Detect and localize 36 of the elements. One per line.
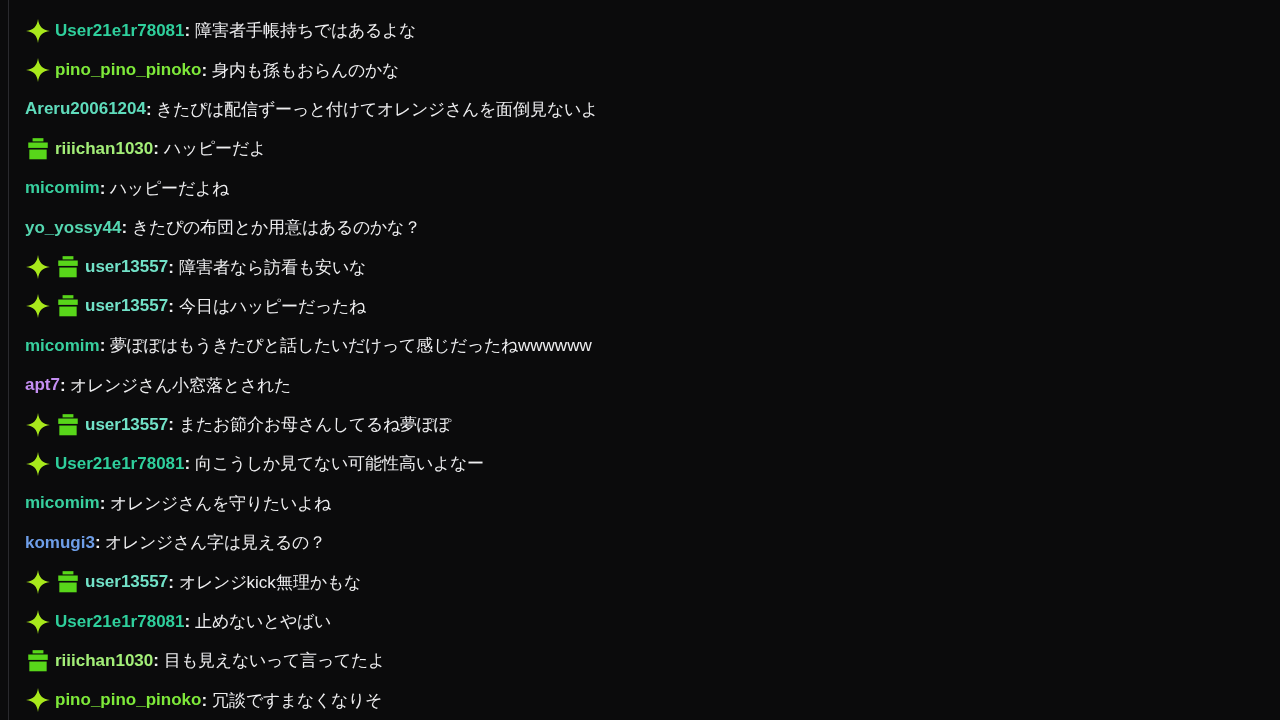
chat-message: : またお節介お母さんしてるね夢ぽぽ bbox=[168, 414, 451, 437]
chat-message: : きたぴの布団とか用意はあるのかな？ bbox=[121, 217, 421, 240]
username[interactable]: user13557 bbox=[85, 296, 169, 317]
username[interactable]: komugi3 bbox=[25, 532, 95, 553]
chat-message: : 今日はハッピーだったね bbox=[168, 295, 366, 318]
chat-message: : 身内も孫もおらんのかな bbox=[201, 59, 399, 82]
username[interactable]: user13557 bbox=[85, 572, 169, 593]
username[interactable]: user13557 bbox=[85, 414, 169, 435]
chat-message: : 目も見えないって言ってたよ bbox=[153, 650, 385, 673]
chat-message: : オレンジさん小窓落とされた bbox=[59, 374, 292, 397]
username[interactable]: apt7 bbox=[25, 375, 60, 396]
chat-message: : 障害者なら訪看も安いな bbox=[168, 256, 366, 279]
chat-message: : 障害者手帳持ちではあるよな bbox=[184, 20, 416, 43]
username[interactable]: riiichan1030 bbox=[55, 650, 154, 671]
username[interactable]: Areru20061204 bbox=[25, 99, 146, 120]
username[interactable]: pino_pino_pinoko bbox=[55, 690, 202, 711]
chat-message: : 止めないとやばい bbox=[184, 611, 331, 634]
username[interactable]: user13557 bbox=[85, 257, 169, 278]
chat-message: : ハッピーだよ bbox=[153, 138, 266, 161]
username[interactable]: yo_yossy44 bbox=[25, 217, 122, 238]
username[interactable]: micomim bbox=[25, 493, 100, 514]
chat-message: : ハッピーだよね bbox=[99, 177, 230, 200]
username[interactable]: pino_pino_pinoko bbox=[55, 60, 202, 81]
chat-message: : きたぴは配信ずーっと付けてオレンジさんを面倒見ないよ bbox=[146, 98, 599, 121]
username[interactable]: User21e1r78081 bbox=[55, 611, 185, 632]
username[interactable]: micomim bbox=[25, 178, 100, 199]
username[interactable]: User21e1r78081 bbox=[55, 20, 185, 41]
chat-message: : 向こうしか見てない可能性高いよなー bbox=[184, 453, 484, 476]
chat-message: : 冗談ですまなくなりそ bbox=[201, 689, 382, 712]
username[interactable]: micomim bbox=[25, 335, 100, 356]
chat-message: : オレンジkick無理かもな bbox=[168, 571, 361, 594]
username[interactable]: riiichan1030 bbox=[55, 138, 154, 159]
chat-message: : 夢ぽぽはもうきたぴと話したいだけって感じだったねwwwwww bbox=[99, 335, 592, 358]
chat-message: : オレンジさんを守りたいよね bbox=[99, 492, 332, 515]
username[interactable]: User21e1r78081 bbox=[55, 454, 185, 474]
chat-message: : オレンジさん字は見えるの？ bbox=[94, 532, 327, 555]
